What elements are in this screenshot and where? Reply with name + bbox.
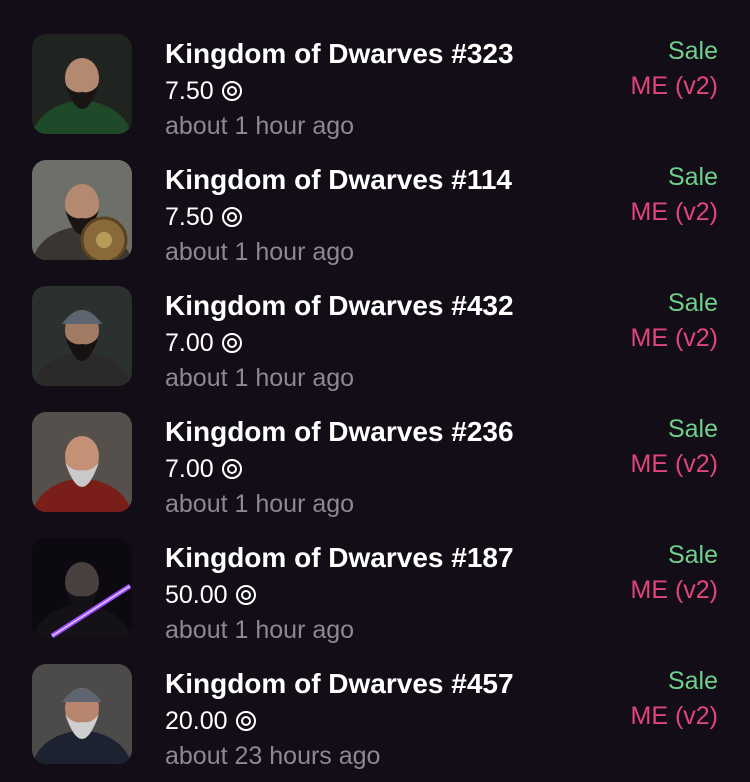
marketplace-label: ME (v2) (630, 450, 719, 478)
item-title[interactable]: Kingdom of Dwarves #187 (165, 542, 514, 574)
list-item[interactable]: Kingdom of Dwarves #187 50.00 about 1 ho… (0, 538, 750, 664)
item-price: 7.00 (165, 455, 242, 484)
sale-type-label: Sale (667, 541, 718, 569)
sol-coin-icon (235, 585, 256, 605)
sales-feed: Kingdom of Dwarves #323 7.50 about 1 hou… (0, 0, 750, 782)
price-value: 7.50 (165, 77, 214, 105)
price-value: 7.00 (165, 455, 214, 483)
sol-coin-icon (221, 207, 242, 227)
price-value: 7.50 (165, 203, 214, 231)
list-item[interactable]: Kingdom of Dwarves #114 7.50 about 1 hou… (0, 160, 750, 286)
item-price: 7.00 (165, 329, 242, 358)
list-item[interactable]: Kingdom of Dwarves #323 7.50 about 1 hou… (0, 34, 750, 160)
item-time: about 1 hour ago (165, 364, 355, 392)
marketplace-label: ME (v2) (630, 198, 719, 226)
item-time: about 1 hour ago (165, 112, 355, 140)
marketplace-label: ME (v2) (630, 72, 719, 100)
nft-thumbnail[interactable] (32, 34, 132, 134)
item-time: about 1 hour ago (165, 490, 355, 518)
item-price: 20.00 (165, 707, 256, 736)
price-value: 20.00 (165, 707, 228, 735)
nft-thumbnail[interactable] (32, 412, 132, 512)
item-title[interactable]: Kingdom of Dwarves #457 (165, 668, 514, 700)
marketplace-label: ME (v2) (630, 702, 719, 730)
list-item[interactable]: Kingdom of Dwarves #236 7.00 about 1 hou… (0, 412, 750, 538)
list-item[interactable]: Kingdom of Dwarves #457 20.00 about 23 h… (0, 664, 750, 782)
item-price: 7.50 (165, 203, 242, 232)
price-value: 50.00 (165, 581, 228, 609)
nft-thumbnail[interactable] (32, 664, 132, 764)
nft-thumbnail[interactable] (32, 160, 132, 260)
sol-coin-icon (221, 81, 242, 101)
item-title[interactable]: Kingdom of Dwarves #323 (165, 38, 514, 70)
nft-thumbnail[interactable] (32, 538, 132, 638)
item-time: about 23 hours ago (165, 742, 381, 770)
price-value: 7.00 (165, 329, 214, 357)
marketplace-label: ME (v2) (630, 324, 719, 352)
nft-thumbnail[interactable] (32, 286, 132, 386)
item-title[interactable]: Kingdom of Dwarves #236 (165, 416, 514, 448)
item-time: about 1 hour ago (165, 238, 355, 266)
item-price: 50.00 (165, 581, 256, 610)
sol-coin-icon (235, 711, 256, 731)
sale-type-label: Sale (667, 163, 718, 191)
sol-coin-icon (221, 459, 242, 479)
sale-type-label: Sale (667, 289, 718, 317)
item-title[interactable]: Kingdom of Dwarves #432 (165, 290, 514, 322)
item-time: about 1 hour ago (165, 616, 355, 644)
sol-coin-icon (221, 333, 242, 353)
sale-type-label: Sale (667, 415, 718, 443)
list-item[interactable]: Kingdom of Dwarves #432 7.00 about 1 hou… (0, 286, 750, 412)
sale-type-label: Sale (667, 37, 718, 65)
marketplace-label: ME (v2) (630, 576, 719, 604)
item-price: 7.50 (165, 77, 242, 106)
sale-type-label: Sale (667, 667, 718, 695)
item-title[interactable]: Kingdom of Dwarves #114 (165, 164, 512, 196)
